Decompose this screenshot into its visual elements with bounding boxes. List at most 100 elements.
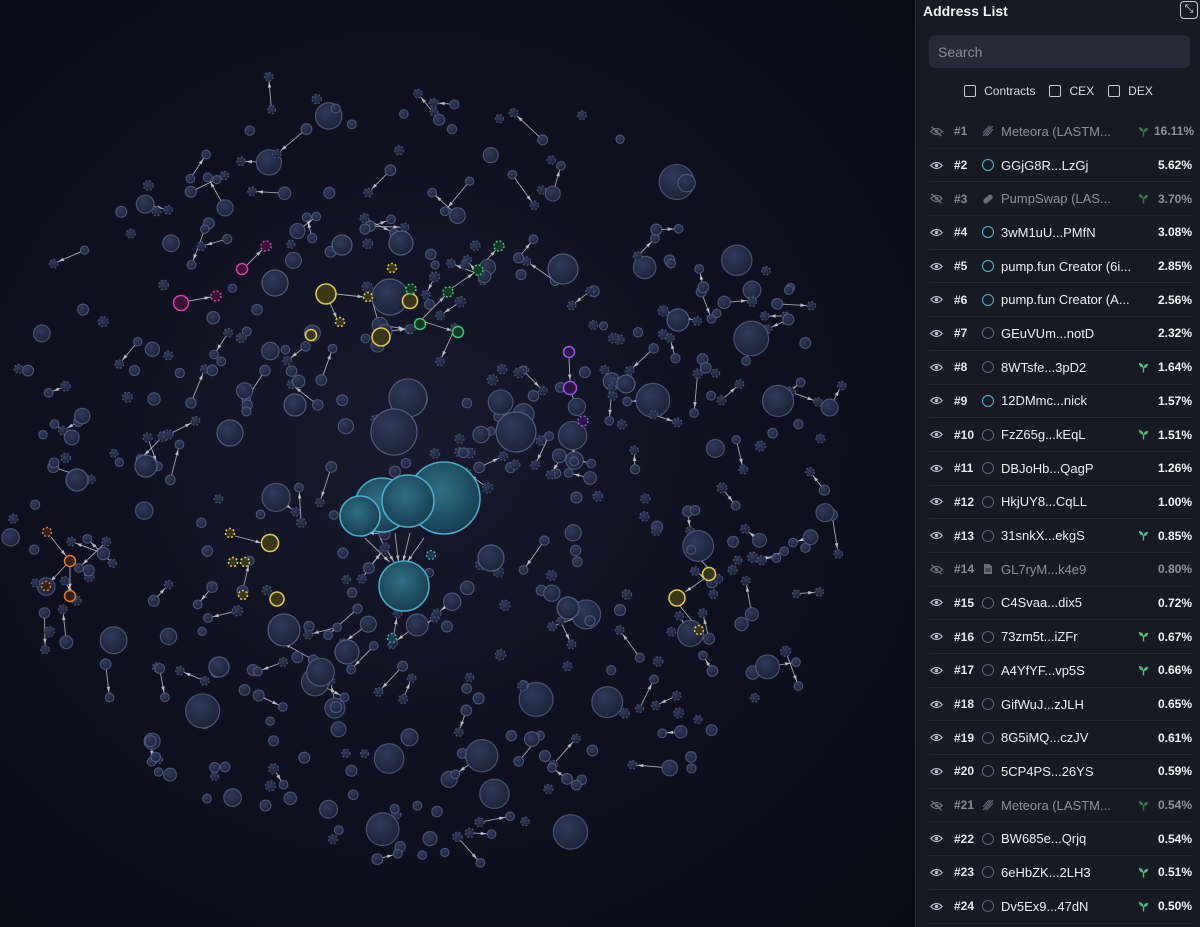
- wallet-bubble[interactable]: [359, 223, 371, 235]
- wallet-bubble[interactable]: [632, 326, 644, 338]
- address-row[interactable]: #1 Meteora (LASTM... 16.11%: [929, 115, 1194, 149]
- wallet-bubble[interactable]: [150, 751, 161, 763]
- wallet-bubble[interactable]: [616, 419, 628, 430]
- wallet-bubble[interactable]: [577, 110, 588, 121]
- wallet-bubble[interactable]: [365, 812, 400, 847]
- address-row[interactable]: #13 31snkX...ekgS 0.85%: [929, 519, 1192, 553]
- wallet-bubble[interactable]: [632, 251, 643, 262]
- wallet-bubble[interactable]: [277, 701, 288, 712]
- wallet-bubble[interactable]: [793, 418, 804, 430]
- address-row[interactable]: #15 C4Svaa...dix5 0.72%: [929, 587, 1192, 621]
- wallet-bubble[interactable]: [749, 692, 760, 703]
- wallet-bubble[interactable]: [639, 511, 650, 522]
- wallet-bubble[interactable]: [244, 125, 255, 136]
- wallet-bubble[interactable]: [60, 452, 72, 464]
- wallet-bubble[interactable]: [174, 367, 185, 379]
- wallet-bubble[interactable]: [282, 355, 293, 366]
- wallet-bubble[interactable]: [323, 186, 336, 199]
- wallet-bubble[interactable]: [13, 363, 24, 374]
- wallet-bubble[interactable]: [73, 563, 84, 573]
- wallet-bubble[interactable]: [43, 387, 54, 398]
- cluster-bubble[interactable]: [224, 527, 236, 539]
- address-name[interactable]: Meteora (LASTM...: [1001, 124, 1136, 139]
- wallet-bubble[interactable]: [570, 779, 582, 791]
- cluster-bubble[interactable]: [451, 325, 465, 339]
- wallet-bubble[interactable]: [314, 497, 325, 508]
- wallet-bubble[interactable]: [705, 438, 725, 458]
- wallet-bubble[interactable]: [121, 391, 133, 403]
- wallet-bubble[interactable]: [43, 626, 56, 638]
- filter-contracts[interactable]: Contracts: [964, 81, 1035, 101]
- wallet-bubble[interactable]: [556, 160, 566, 171]
- wallet-bubble[interactable]: [806, 300, 817, 311]
- wallet-bubble[interactable]: [578, 366, 591, 379]
- address-row[interactable]: #10 FzZ65g...kEqL 1.51%: [929, 418, 1192, 452]
- wallet-bubble[interactable]: [163, 579, 174, 590]
- wallet-bubble[interactable]: [802, 529, 819, 546]
- wallet-bubble[interactable]: [48, 258, 59, 269]
- wallet-bubble[interactable]: [298, 751, 311, 764]
- wallet-bubble[interactable]: [649, 674, 659, 685]
- cluster-bubble[interactable]: [269, 591, 285, 607]
- wallet-bubble[interactable]: [154, 663, 166, 675]
- address-name[interactable]: 6eHbZK...2LH3: [1001, 865, 1136, 880]
- wallet-bubble[interactable]: [21, 364, 35, 377]
- wallet-bubble[interactable]: [363, 187, 374, 198]
- wallet-bubble[interactable]: [459, 260, 470, 270]
- wallet-bubble[interactable]: [652, 656, 664, 667]
- wallet-bubble[interactable]: [740, 575, 751, 586]
- cluster-bubble[interactable]: [442, 286, 454, 298]
- wallet-bubble[interactable]: [815, 503, 835, 523]
- wallet-bubble[interactable]: [779, 546, 790, 557]
- wallet-bubble[interactable]: [255, 509, 266, 520]
- address-name[interactable]: pump.fun Creator (6i...: [1001, 259, 1136, 274]
- wallet-bubble[interactable]: [202, 793, 212, 804]
- eye-icon[interactable]: [930, 733, 946, 742]
- wallet-bubble[interactable]: [336, 394, 349, 407]
- wallet-bubble[interactable]: [699, 361, 712, 374]
- wallet-bubble[interactable]: [405, 323, 416, 334]
- wallet-bubble[interactable]: [563, 468, 574, 478]
- eye-icon[interactable]: [930, 329, 946, 338]
- wallet-bubble[interactable]: [482, 147, 499, 164]
- wallet-bubble[interactable]: [591, 686, 624, 719]
- wallet-bubble[interactable]: [759, 311, 770, 321]
- wallet-bubble[interactable]: [247, 186, 257, 197]
- wallet-bubble[interactable]: [634, 703, 645, 714]
- wallet-bubble[interactable]: [231, 605, 244, 617]
- wallet-bubble[interactable]: [417, 850, 428, 860]
- wallet-bubble[interactable]: [535, 435, 547, 447]
- wallet-bubble[interactable]: [459, 580, 475, 596]
- wallet-bubble[interactable]: [561, 773, 573, 785]
- wallet-bubble[interactable]: [727, 535, 740, 548]
- address-name[interactable]: Dv5Ex9...47dN: [1001, 899, 1136, 914]
- wallet-bubble[interactable]: [135, 194, 155, 214]
- wallet-bubble[interactable]: [477, 544, 505, 572]
- wallet-bubble[interactable]: [716, 395, 727, 406]
- wallet-bubble[interactable]: [685, 751, 697, 763]
- wallet-bubble[interactable]: [216, 356, 227, 367]
- wallet-bubble[interactable]: [498, 451, 509, 462]
- wallet-bubble[interactable]: [399, 222, 410, 233]
- wallet-bubble[interactable]: [586, 744, 599, 757]
- address-name[interactable]: pump.fun Creator (A...: [1001, 292, 1136, 307]
- wallet-bubble[interactable]: [206, 581, 218, 594]
- wallet-bubble[interactable]: [472, 692, 485, 705]
- eye-icon[interactable]: [930, 531, 946, 540]
- wallet-bubble[interactable]: [475, 857, 486, 868]
- wallet-bubble[interactable]: [586, 458, 597, 469]
- address-name[interactable]: FzZ65g...kEqL: [1001, 427, 1136, 442]
- wallet-bubble[interactable]: [196, 517, 207, 529]
- wallet-bubble[interactable]: [731, 435, 742, 445]
- wallet-bubble[interactable]: [30, 578, 41, 588]
- wallet-bubble[interactable]: [147, 594, 160, 607]
- wallet-bubble[interactable]: [388, 230, 414, 256]
- wallet-bubble[interactable]: [235, 332, 247, 344]
- cluster-bubble[interactable]: [493, 240, 505, 252]
- wallet-bubble[interactable]: [697, 608, 708, 619]
- wallet-bubble[interactable]: [833, 549, 844, 559]
- wallet-bubble[interactable]: [730, 500, 741, 511]
- address-name[interactable]: 12DMmc...nick: [1001, 393, 1136, 408]
- wallet-bubble[interactable]: [66, 536, 77, 547]
- wallet-bubble[interactable]: [677, 173, 696, 193]
